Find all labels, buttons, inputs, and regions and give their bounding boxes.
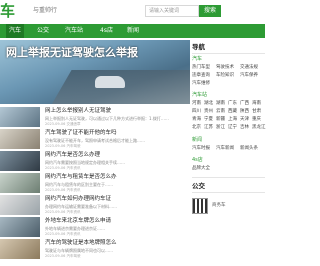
region-link[interactable]: 新疆 bbox=[216, 117, 225, 123]
qr-caption[interactable]: 商务车 bbox=[212, 203, 226, 209]
sidebar-link[interactable]: 汽车维修 bbox=[192, 81, 210, 87]
search-input[interactable]: 请输入关键词 bbox=[145, 5, 199, 17]
qr-code-image bbox=[192, 198, 208, 214]
region-link[interactable]: 甘肃 bbox=[252, 109, 261, 115]
article-item[interactable]: 外地车来北京车牌怎么申请 外地车辆进京需要办理进京证…… 2023-09-06 … bbox=[0, 217, 190, 239]
region-link[interactable]: 黑龙江 bbox=[252, 125, 266, 131]
sidebar-section-4s[interactable]: 4s店 bbox=[192, 157, 203, 163]
region-link[interactable]: 上海 bbox=[228, 117, 237, 123]
article-thumbnail[interactable] bbox=[0, 173, 40, 193]
region-link[interactable]: 吉林 bbox=[240, 125, 249, 131]
region-link[interactable]: 天津 bbox=[240, 117, 249, 123]
sidebar-link[interactable]: 热门车型 bbox=[192, 65, 210, 71]
sidebar-link[interactable]: 汽车时报 bbox=[192, 146, 210, 152]
sidebar-link[interactable]: 品牌大全 bbox=[192, 166, 210, 172]
region-link[interactable]: 江苏 bbox=[204, 125, 213, 131]
region-link[interactable]: 广西 bbox=[240, 101, 249, 107]
article-desc: 网约汽车与租赁车的区别主要在于…… bbox=[45, 182, 113, 187]
article-meta: 2023-09-06 汽车资讯 bbox=[45, 232, 81, 236]
divider bbox=[192, 192, 265, 193]
nav-item-news[interactable]: 新闻 bbox=[124, 24, 142, 38]
article-item[interactable]: 网约汽车如何办理网约车证 办理网约车运输证需要准备以下材料…… 2023-09-… bbox=[0, 195, 190, 217]
article-title[interactable]: 网约汽车如何办理网约车证 bbox=[45, 196, 111, 203]
article-meta: 2023-09-06 交通违章 bbox=[45, 122, 81, 126]
region-link[interactable]: 云南 bbox=[216, 109, 225, 115]
sidebar-public-title: 公交 bbox=[192, 182, 205, 190]
sidebar-link[interactable]: 新闻头条 bbox=[240, 146, 258, 152]
sidebar-section-news[interactable]: 新闻 bbox=[192, 137, 202, 143]
sidebar-section-car[interactable]: 汽车 bbox=[192, 56, 202, 62]
site-tagline: 与重帅行 bbox=[33, 7, 58, 14]
article-item[interactable]: 网上怎么举报别人无证驾驶 网上举报别人无证驾驶，可以通过以下几种方式进行举报：1… bbox=[0, 107, 190, 129]
sidebar-nav-title: 导航 bbox=[192, 43, 205, 51]
article-desc: 办理网约车运输证需要准备以下材料…… bbox=[45, 204, 117, 209]
banner-pagination bbox=[150, 96, 168, 104]
article-meta: 2023-09-06 汽车驾驶 bbox=[45, 144, 81, 148]
region-link[interactable]: 贵州 bbox=[204, 109, 213, 115]
article-item[interactable]: 汽车驾驶了证不能开他的车吗 没有驾驶证不能开车，驾照申请考试合格后才能上路…… … bbox=[0, 129, 190, 151]
article-item[interactable]: 网约汽车是否怎么办理 网约汽车需要按照当地规定办理相关手续…… 2023-09-… bbox=[0, 151, 190, 173]
article-desc: 网约汽车需要按照当地规定办理相关手续…… bbox=[45, 160, 125, 165]
article-desc: 驾驶证与车辆牌照属地不同也可以…… bbox=[45, 248, 113, 253]
site-logo[interactable]: 车 bbox=[0, 2, 15, 20]
region-link[interactable]: 海南 bbox=[252, 101, 261, 107]
article-title[interactable]: 网上怎么举报别人无证驾驶 bbox=[45, 108, 111, 115]
sidebar-link[interactable]: 车险知识 bbox=[216, 73, 234, 79]
article-meta: 2023-09-06 汽车驾驶 bbox=[45, 254, 81, 258]
banner-car bbox=[95, 76, 125, 88]
region-link[interactable]: 青海 bbox=[192, 117, 201, 123]
search-button[interactable]: 搜索 bbox=[199, 5, 221, 17]
article-thumbnail[interactable] bbox=[0, 129, 40, 149]
region-link[interactable]: 陕西 bbox=[240, 109, 249, 115]
article-meta: 2023-09-06 汽车资讯 bbox=[45, 188, 81, 192]
sidebar-link[interactable]: 驾驶技术 bbox=[216, 65, 234, 71]
sidebar-link[interactable]: 违章查询 bbox=[192, 73, 210, 79]
article-title[interactable]: 汽车驾驶了证不能开他的车吗 bbox=[45, 130, 117, 137]
article-thumbnail[interactable] bbox=[0, 151, 40, 171]
article-desc: 没有驾驶证不能开车，驾照申请考试合格后才能上路…… bbox=[45, 138, 145, 143]
article-item[interactable]: 汽车的驾驶证是本地牌照怎么 驾驶证与车辆牌照属地不同也可以…… 2023-09-… bbox=[0, 239, 190, 261]
region-link[interactable]: 湖南 bbox=[216, 101, 225, 107]
region-link[interactable]: 浙江 bbox=[216, 125, 225, 131]
sidebar-link[interactable]: 汽车新闻 bbox=[216, 146, 234, 152]
sidebar-link[interactable]: 汽车保养 bbox=[240, 73, 258, 79]
sidebar-link[interactable]: 交通法规 bbox=[240, 65, 258, 71]
sidebar-section-station[interactable]: 汽车站 bbox=[192, 92, 207, 98]
region-link[interactable]: 重庆 bbox=[252, 117, 261, 123]
article-thumbnail[interactable] bbox=[0, 239, 40, 259]
article-desc: 外地车辆进京需要办理进京证…… bbox=[45, 226, 105, 231]
banner-title: 网上举报无证驾驶怎么举报 bbox=[6, 46, 138, 59]
region-link[interactable]: 河南 bbox=[192, 101, 201, 107]
divider bbox=[192, 177, 265, 178]
nav-item-4s[interactable]: 4s店 bbox=[97, 24, 116, 38]
article-title[interactable]: 网约汽车是否怎么办理 bbox=[45, 152, 100, 159]
article-title[interactable]: 外地车来北京车牌怎么申请 bbox=[45, 218, 111, 225]
nav-item-bus[interactable]: 公交 bbox=[34, 24, 52, 38]
region-link[interactable]: 北京 bbox=[192, 125, 201, 131]
region-link[interactable]: 宁夏 bbox=[204, 117, 213, 123]
article-title[interactable]: 网约汽车与租赁车是否怎么办 bbox=[45, 174, 117, 181]
nav-item-station[interactable]: 汽车站 bbox=[62, 24, 86, 38]
article-meta: 2023-09-06 汽车资讯 bbox=[45, 210, 81, 214]
banner[interactable]: 网上举报无证驾驶怎么举报 bbox=[0, 40, 190, 104]
article-desc: 网上举报别人无证驾驶，可以通过以下几种方式进行举报：1.拨打…… bbox=[45, 116, 169, 121]
region-link[interactable]: 四川 bbox=[192, 109, 201, 115]
main-nav: 汽车 公交 汽车站 4s店 新闻 bbox=[0, 24, 265, 38]
article-meta: 2023-09-06 汽车资讯 bbox=[45, 166, 81, 170]
region-link[interactable]: 辽宁 bbox=[228, 125, 237, 131]
article-thumbnail[interactable] bbox=[0, 107, 40, 127]
header: 车 与重帅行 请输入关键词 搜索 bbox=[0, 0, 265, 24]
region-link[interactable]: 湖北 bbox=[204, 101, 213, 107]
article-title[interactable]: 汽车的驾驶证是本地牌照怎么 bbox=[45, 240, 117, 247]
article-thumbnail[interactable] bbox=[0, 217, 40, 237]
article-item[interactable]: 网约汽车与租赁车是否怎么办 网约汽车与租赁车的区别主要在于…… 2023-09-… bbox=[0, 173, 190, 195]
region-link[interactable]: 广东 bbox=[228, 101, 237, 107]
article-thumbnail[interactable] bbox=[0, 195, 40, 215]
divider bbox=[192, 53, 265, 54]
region-link[interactable]: 西藏 bbox=[228, 109, 237, 115]
nav-item-car[interactable]: 汽车 bbox=[6, 24, 25, 38]
